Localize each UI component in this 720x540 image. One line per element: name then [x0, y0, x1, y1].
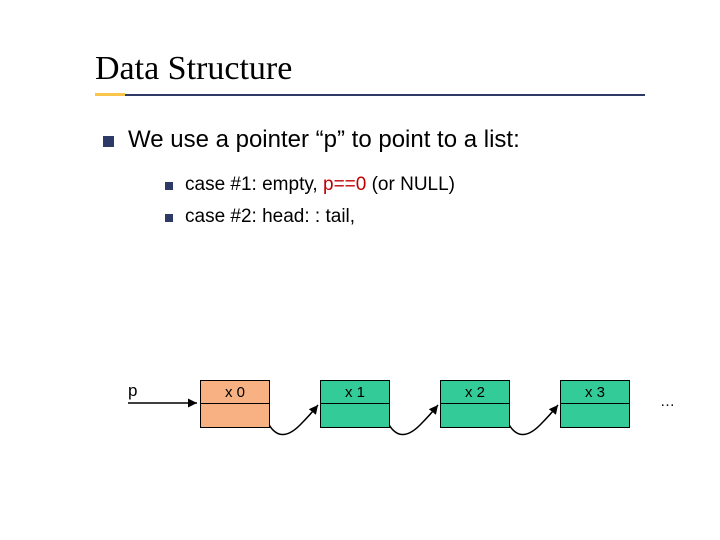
node-next [561, 404, 629, 427]
list-node-1: x 1 [320, 380, 390, 428]
list-node-2: x 2 [440, 380, 510, 428]
case1-prefix: case #1: empty, [185, 174, 323, 195]
node-value: x 3 [561, 381, 629, 404]
ellipsis: … [660, 393, 675, 410]
linked-list-diagram: p x 0 x 1 x 2 x 3 … [0, 375, 720, 495]
node-value: x 0 [201, 381, 269, 404]
list-node-0: x 0 [200, 380, 270, 428]
title-underline [95, 94, 645, 96]
list-node-3: x 3 [560, 380, 630, 428]
bullet-square-icon [103, 136, 114, 147]
node-next [441, 404, 509, 427]
bullet-case1-text: case #1: empty, p==0 (or NULL) [185, 174, 455, 196]
node-value: x 1 [321, 381, 389, 404]
bullet-level2-case1: case #1: empty, p==0 (or NULL) [165, 174, 660, 196]
bullet-case2-text: case #2: head: : tail, [185, 206, 355, 228]
bullet-square-icon [165, 182, 173, 190]
bullet-level1: We use a pointer “p” to point to a list: [103, 126, 660, 154]
node-next [321, 404, 389, 427]
case1-suffix: (or NULL) [366, 174, 455, 195]
bullet-square-icon [165, 214, 173, 222]
bullet-level1-text: We use a pointer “p” to point to a list: [128, 126, 520, 154]
bullet-level2-case2: case #2: head: : tail, [165, 206, 660, 228]
node-next [201, 404, 269, 427]
slide-title: Data Structure [95, 50, 660, 88]
case1-code: p==0 [323, 174, 366, 195]
node-value: x 2 [441, 381, 509, 404]
